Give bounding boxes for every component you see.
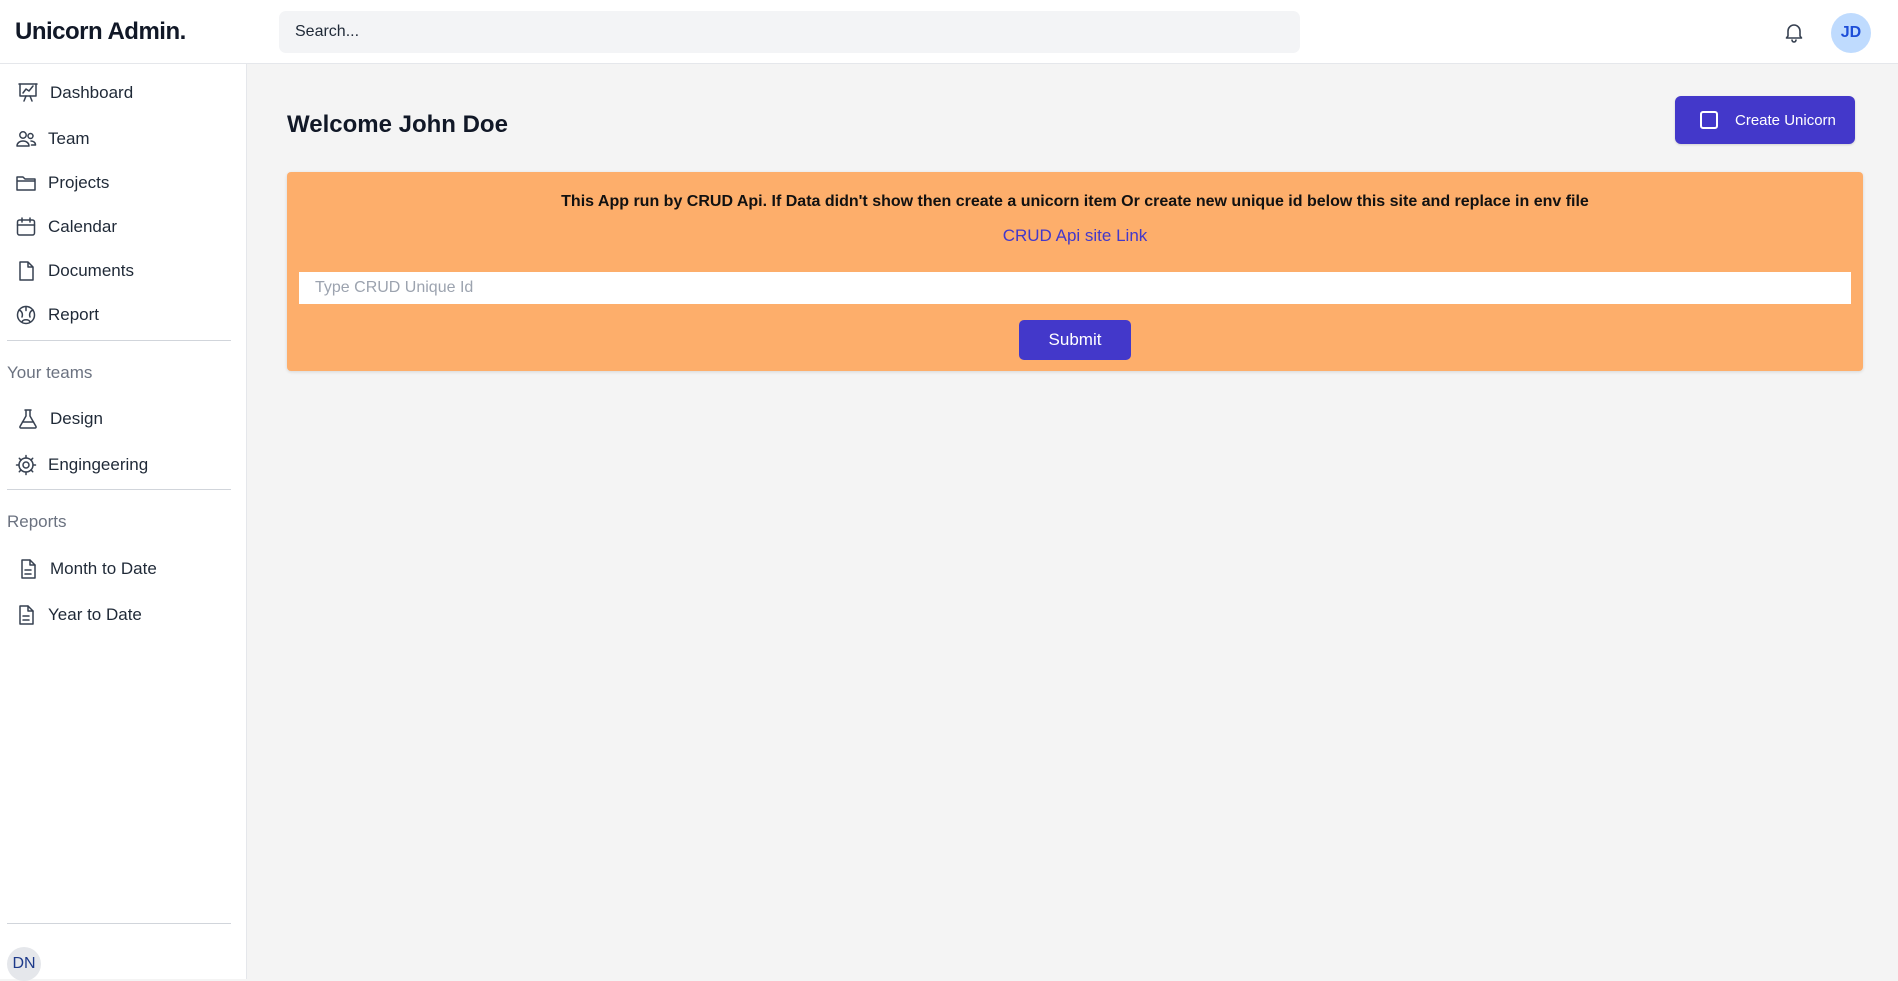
cog-icon <box>15 454 37 476</box>
sidebar-item-report[interactable]: Report <box>14 300 99 330</box>
document-icon <box>19 261 34 281</box>
sidebar-item-month-to-date[interactable]: Month to Date <box>16 554 157 584</box>
sidebar-item-year-to-date[interactable]: Year to Date <box>14 600 142 630</box>
sidebar-item-dashboard[interactable]: Dashboard <box>16 78 133 108</box>
sidebar-divider <box>7 340 231 341</box>
page-title: Welcome John Doe <box>287 111 508 138</box>
sidebar-item-design[interactable]: Design <box>16 404 103 434</box>
sidebar-item-label: Report <box>48 305 100 324</box>
submit-button[interactable]: Submit <box>1019 320 1131 360</box>
sidebar-divider <box>7 923 231 924</box>
chart-presentation-icon <box>18 83 38 102</box>
teams-section-title: Your teams <box>7 363 93 382</box>
create-unicorn-label: Create Unicorn <box>1735 111 1836 129</box>
calendar-icon <box>16 217 36 236</box>
document-text-icon <box>21 559 36 579</box>
notice-message: This App run by CRUD Api. If Data didn't… <box>561 193 1589 210</box>
square-icon <box>1700 111 1718 129</box>
reports-section-title: Reports <box>7 512 67 531</box>
sidebar-item-label: Year to Date <box>48 605 142 624</box>
beaker-icon <box>19 409 37 429</box>
sidebar-item-team[interactable]: Team <box>14 124 90 154</box>
crud-notice-panel: This App run by CRUD Api. If Data didn't… <box>287 172 1863 371</box>
crud-id-input[interactable] <box>299 272 1851 304</box>
crud-api-link[interactable]: CRUD Api site Link <box>287 226 1863 246</box>
user-avatar[interactable]: JD <box>1831 13 1871 53</box>
users-icon <box>16 131 37 147</box>
footer-avatar[interactable]: DN <box>7 947 41 981</box>
search-input[interactable] <box>279 11 1300 53</box>
folder-icon <box>16 176 36 191</box>
top-bar: Unicorn Admin. JD <box>0 0 1898 64</box>
sidebar-item-calendar[interactable]: Calendar <box>14 212 117 242</box>
sidebar-item-documents[interactable]: Documents <box>14 256 134 286</box>
sidebar-item-label: Dashboard <box>50 83 134 102</box>
globe-icon <box>16 305 36 325</box>
bell-icon[interactable] <box>1782 20 1806 44</box>
sidebar-item-label: Projects <box>48 173 110 192</box>
create-unicorn-button[interactable]: Create Unicorn <box>1675 96 1855 144</box>
sidebar-item-label: Design <box>50 409 103 428</box>
sidebar-item-engineering[interactable]: Engingeering <box>14 450 148 480</box>
sidebar-divider <box>7 489 231 490</box>
sidebar-item-projects[interactable]: Projects <box>14 168 109 198</box>
sidebar-item-label: Month to Date <box>50 559 157 578</box>
app-logo[interactable]: Unicorn Admin. <box>15 18 186 46</box>
sidebar: Dashboard Team Projects Calendar Documen… <box>0 64 247 981</box>
document-text-icon <box>19 605 34 625</box>
sidebar-item-label: Engingeering <box>48 455 149 474</box>
sidebar-item-label: Team <box>48 129 90 148</box>
sidebar-item-label: Documents <box>48 261 134 280</box>
sidebar-item-label: Calendar <box>48 217 117 236</box>
